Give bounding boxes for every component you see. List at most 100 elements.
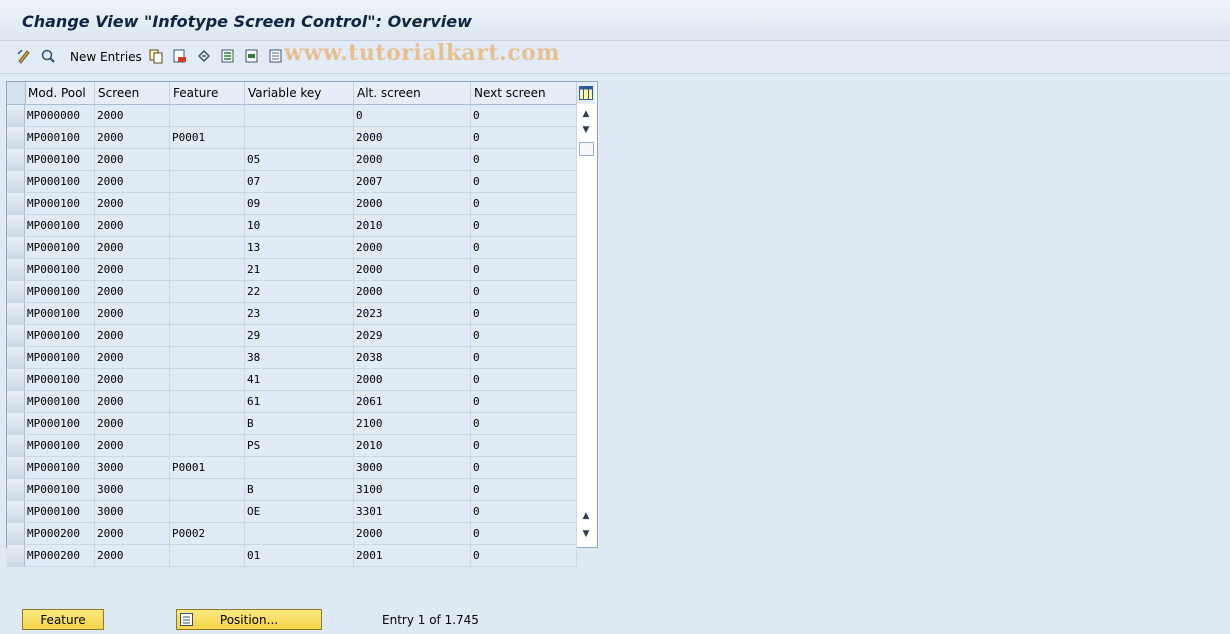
cell-next-screen[interactable]: 0 xyxy=(471,303,577,324)
undo-change-icon[interactable] xyxy=(196,48,212,64)
select-all-rows-button[interactable] xyxy=(7,82,26,104)
cell-variable-key[interactable]: B xyxy=(245,413,354,434)
column-header-next-screen[interactable]: Next screen xyxy=(471,82,577,104)
cell-feature[interactable] xyxy=(170,435,245,456)
copy-as-icon[interactable] xyxy=(148,48,164,64)
cell-screen[interactable]: 2000 xyxy=(95,215,170,236)
cell-variable-key[interactable]: 21 xyxy=(245,259,354,280)
cell-next-screen[interactable]: 0 xyxy=(471,171,577,192)
cell-screen[interactable]: 2000 xyxy=(95,545,170,566)
cell-mod-pool[interactable]: MP000100 xyxy=(25,127,95,148)
cell-next-screen[interactable]: 0 xyxy=(471,259,577,280)
row-selector[interactable] xyxy=(7,391,25,412)
table-row[interactable]: MP000100 2000 07 2007 0 xyxy=(7,171,577,193)
new-entries-button[interactable]: New Entries xyxy=(70,50,142,64)
cell-mod-pool[interactable]: MP000000 xyxy=(25,105,95,126)
page-down-icon[interactable]: ▼ xyxy=(580,528,592,540)
cell-feature[interactable] xyxy=(170,281,245,302)
cell-mod-pool[interactable]: MP000100 xyxy=(25,501,95,522)
cell-feature[interactable]: P0001 xyxy=(170,127,245,148)
cell-next-screen[interactable]: 0 xyxy=(471,435,577,456)
table-row[interactable]: MP000100 2000 B 2100 0 xyxy=(7,413,577,435)
row-selector[interactable] xyxy=(7,347,25,368)
cell-mod-pool[interactable]: MP000100 xyxy=(25,237,95,258)
cell-variable-key[interactable]: 07 xyxy=(245,171,354,192)
column-header-mod-pool[interactable]: Mod. Pool xyxy=(25,82,95,104)
cell-feature[interactable] xyxy=(170,325,245,346)
cell-next-screen[interactable]: 0 xyxy=(471,347,577,368)
cell-mod-pool[interactable]: MP000100 xyxy=(25,281,95,302)
scroll-down-icon[interactable]: ▼ xyxy=(580,124,592,136)
cell-screen[interactable]: 2000 xyxy=(95,325,170,346)
table-row[interactable]: MP000100 2000 05 2000 0 xyxy=(7,149,577,171)
table-row[interactable]: MP000100 2000 22 2000 0 xyxy=(7,281,577,303)
cell-alt-screen[interactable]: 2000 xyxy=(354,523,471,544)
row-selector[interactable] xyxy=(7,369,25,390)
cell-alt-screen[interactable]: 2023 xyxy=(354,303,471,324)
cell-mod-pool[interactable]: MP000100 xyxy=(25,149,95,170)
cell-screen[interactable]: 2000 xyxy=(95,435,170,456)
table-row[interactable]: MP000000 2000 0 0 xyxy=(7,105,577,127)
column-header-screen[interactable]: Screen xyxy=(95,82,170,104)
cell-next-screen[interactable]: 0 xyxy=(471,479,577,500)
cell-mod-pool[interactable]: MP000100 xyxy=(25,347,95,368)
cell-variable-key[interactable]: 61 xyxy=(245,391,354,412)
cell-screen[interactable]: 2000 xyxy=(95,523,170,544)
cell-alt-screen[interactable]: 2010 xyxy=(354,215,471,236)
table-row[interactable]: MP000100 2000 13 2000 0 xyxy=(7,237,577,259)
cell-feature[interactable] xyxy=(170,413,245,434)
cell-alt-screen[interactable]: 2010 xyxy=(354,435,471,456)
cell-feature[interactable] xyxy=(170,193,245,214)
cell-variable-key[interactable] xyxy=(245,105,354,126)
cell-screen[interactable]: 2000 xyxy=(95,391,170,412)
table-row[interactable]: MP000100 2000 23 2023 0 xyxy=(7,303,577,325)
cell-alt-screen[interactable]: 2000 xyxy=(354,259,471,280)
table-row[interactable]: MP000100 3000 OE 3301 0 xyxy=(7,501,577,523)
cell-next-screen[interactable]: 0 xyxy=(471,545,577,566)
feature-button[interactable]: Feature xyxy=(22,609,104,630)
page-up-icon[interactable]: ▲ xyxy=(580,510,592,522)
cell-variable-key[interactable]: 13 xyxy=(245,237,354,258)
cell-variable-key[interactable]: 01 xyxy=(245,545,354,566)
cell-feature[interactable] xyxy=(170,545,245,566)
column-header-variable-key[interactable]: Variable key xyxy=(245,82,354,104)
cell-feature[interactable] xyxy=(170,303,245,324)
cell-mod-pool[interactable]: MP000100 xyxy=(25,369,95,390)
cell-mod-pool[interactable]: MP000100 xyxy=(25,479,95,500)
column-header-feature[interactable]: Feature xyxy=(170,82,245,104)
cell-mod-pool[interactable]: MP000100 xyxy=(25,215,95,236)
cell-screen[interactable]: 2000 xyxy=(95,237,170,258)
cell-mod-pool[interactable]: MP000100 xyxy=(25,391,95,412)
cell-next-screen[interactable]: 0 xyxy=(471,215,577,236)
select-block-icon[interactable] xyxy=(244,48,260,64)
cell-next-screen[interactable]: 0 xyxy=(471,457,577,478)
cell-screen[interactable]: 2000 xyxy=(95,303,170,324)
row-selector[interactable] xyxy=(7,127,25,148)
cell-mod-pool[interactable]: MP000100 xyxy=(25,325,95,346)
table-row[interactable]: MP000200 2000 P0002 2000 0 xyxy=(7,523,577,545)
select-all-icon[interactable] xyxy=(220,48,236,64)
cell-screen[interactable]: 2000 xyxy=(95,171,170,192)
cell-screen[interactable]: 2000 xyxy=(95,193,170,214)
cell-feature[interactable]: P0001 xyxy=(170,457,245,478)
table-row[interactable]: MP000100 2000 29 2029 0 xyxy=(7,325,577,347)
cell-feature[interactable] xyxy=(170,215,245,236)
cell-alt-screen[interactable]: 2038 xyxy=(354,347,471,368)
table-row[interactable]: MP000100 2000 41 2000 0 xyxy=(7,369,577,391)
cell-next-screen[interactable]: 0 xyxy=(471,193,577,214)
cell-next-screen[interactable]: 0 xyxy=(471,523,577,544)
cell-feature[interactable] xyxy=(170,391,245,412)
find-icon[interactable] xyxy=(40,48,56,64)
cell-alt-screen[interactable]: 3100 xyxy=(354,479,471,500)
row-selector[interactable] xyxy=(7,303,25,324)
table-row[interactable]: MP000100 2000 38 2038 0 xyxy=(7,347,577,369)
row-selector[interactable] xyxy=(7,171,25,192)
delete-icon[interactable] xyxy=(172,48,188,64)
cell-variable-key[interactable] xyxy=(245,523,354,544)
row-selector[interactable] xyxy=(7,149,25,170)
cell-alt-screen[interactable]: 0 xyxy=(354,105,471,126)
cell-alt-screen[interactable]: 2000 xyxy=(354,369,471,390)
row-selector[interactable] xyxy=(7,215,25,236)
cell-mod-pool[interactable]: MP000100 xyxy=(25,457,95,478)
cell-variable-key[interactable]: B xyxy=(245,479,354,500)
